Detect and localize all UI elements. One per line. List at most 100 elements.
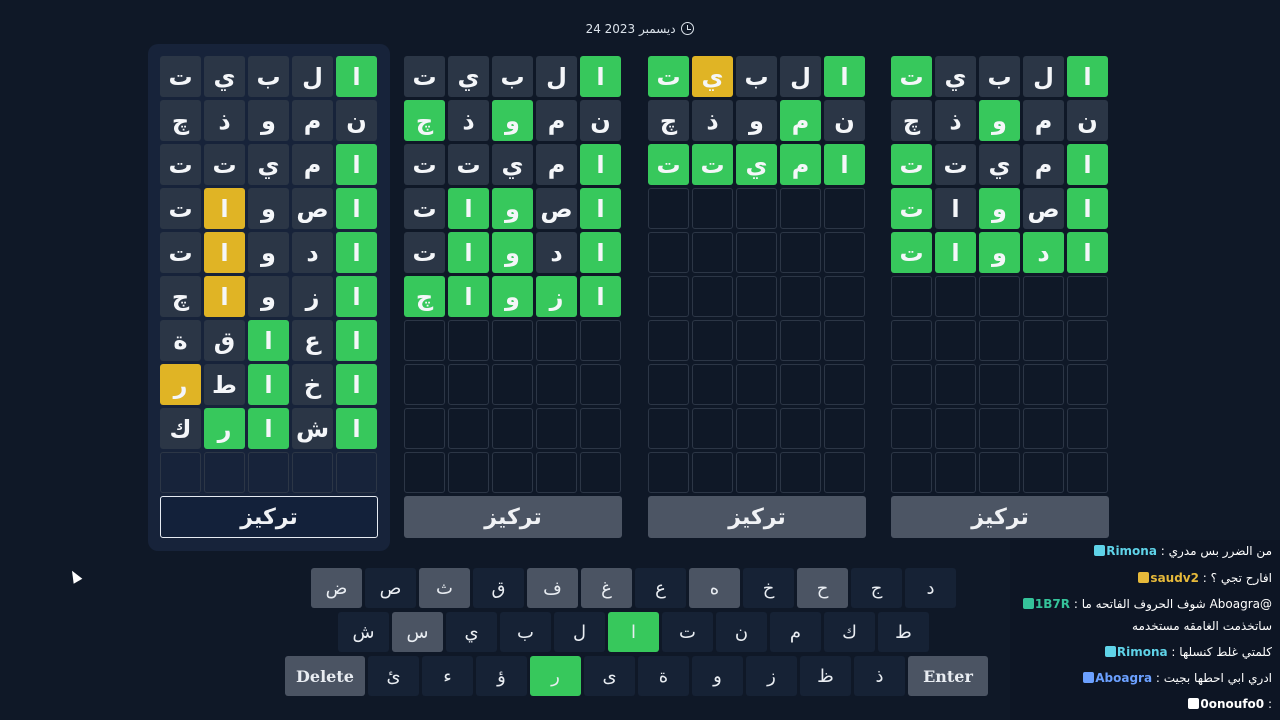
tile: ب (248, 56, 289, 97)
key[interactable]: ف (527, 568, 578, 608)
user-badge-icon (1104, 646, 1116, 657)
tile: ت (404, 144, 445, 185)
key[interactable]: ك (824, 612, 875, 652)
chat-message: كلمتي غلط كنسلها : Rimona (1104, 645, 1272, 659)
key[interactable]: ه (689, 568, 740, 608)
tile: ا (248, 320, 289, 361)
tile: ا (248, 408, 289, 449)
tile: ا (448, 276, 489, 317)
chat-overlay: من الضرر بس مدري : Rimona افارح تجي ؟ : s… (1010, 540, 1280, 720)
tile (1023, 320, 1064, 361)
key[interactable]: خ (743, 568, 794, 608)
tile: م (1023, 144, 1064, 185)
tile: ا (1067, 144, 1108, 185)
focus-button[interactable]: تركيز (891, 496, 1109, 538)
key[interactable]: ح (797, 568, 848, 608)
tile: ت (160, 188, 201, 229)
tile: د (292, 232, 333, 273)
tile: ش (292, 408, 333, 449)
tile (824, 408, 865, 449)
enter-key[interactable]: Enter (908, 656, 988, 696)
tile: م (292, 144, 333, 185)
tile: ت (204, 144, 245, 185)
tile: ت (891, 188, 932, 229)
tile: ت (404, 232, 445, 273)
delete-key[interactable]: Delete (285, 656, 365, 696)
tile (891, 320, 932, 361)
tile (448, 408, 489, 449)
tile: ا (448, 188, 489, 229)
tile (692, 452, 733, 493)
key[interactable]: ؤ (476, 656, 527, 696)
chat-username: Rimona (1116, 645, 1168, 659)
tile: و (736, 100, 777, 141)
key[interactable]: غ (581, 568, 632, 608)
key[interactable]: ط (878, 612, 929, 652)
key[interactable]: ن (716, 612, 767, 652)
key[interactable]: ئ (368, 656, 419, 696)
board-1[interactable]: البيتنموذچاميتتاصواتادواتازواچاعاقةاخاطر… (148, 44, 390, 551)
tile: ز (536, 276, 577, 317)
tile: ذ (448, 100, 489, 141)
tile: ص (536, 188, 577, 229)
tile: و (492, 276, 533, 317)
tile: م (292, 100, 333, 141)
tile (979, 408, 1020, 449)
tile (736, 320, 777, 361)
key[interactable]: ض (311, 568, 362, 608)
key[interactable]: ة (638, 656, 689, 696)
board-3[interactable]: ا ل ب ي ت ن م و ذ چ ا م ي ت ت تركيز (636, 44, 878, 551)
key[interactable]: ص (365, 568, 416, 608)
focus-button[interactable]: تركيز (648, 496, 866, 538)
tile: ا (824, 144, 865, 185)
key[interactable]: ث (419, 568, 470, 608)
tile (580, 320, 621, 361)
tile: و (492, 100, 533, 141)
key[interactable]: س (392, 612, 443, 652)
board-2[interactable]: ا ل ب ي ت ن م و ذ چ ا م ي ت ت ا ص و ا ت ا د و ا ت ا ز و ا چ تركيز (392, 44, 634, 551)
key[interactable]: ق (473, 568, 524, 608)
chat-message: ساتخذمت الغامقه مستخدمه (1132, 619, 1272, 633)
key[interactable]: ذ (854, 656, 905, 696)
tile (648, 188, 689, 229)
chat-username: Aboagra (1095, 671, 1153, 685)
key[interactable]: م (770, 612, 821, 652)
tile (736, 188, 777, 229)
tile: ا (336, 188, 377, 229)
key[interactable]: ى (584, 656, 635, 696)
key[interactable]: ر (530, 656, 581, 696)
key[interactable]: ي (446, 612, 497, 652)
key[interactable]: ا (608, 612, 659, 652)
key[interactable]: ب (500, 612, 551, 652)
key[interactable]: و (692, 656, 743, 696)
tile: ص (1023, 188, 1064, 229)
tile: ا (204, 276, 245, 317)
key[interactable]: ظ (800, 656, 851, 696)
tile: ا (336, 364, 377, 405)
tile (736, 364, 777, 405)
key[interactable]: ل (554, 612, 605, 652)
chat-message: من الضرر بس مدري : Rimona (1093, 544, 1272, 558)
tile (692, 232, 733, 273)
key[interactable]: ء (422, 656, 473, 696)
focus-button[interactable]: تركيز (160, 496, 378, 538)
key[interactable]: ع (635, 568, 686, 608)
tile: و (248, 232, 289, 273)
key[interactable]: ج (851, 568, 902, 608)
key[interactable]: ت (662, 612, 713, 652)
tile: ا (935, 232, 976, 273)
key[interactable]: د (905, 568, 956, 608)
board-grid: البيتنموذچاميتت (648, 56, 865, 493)
key[interactable]: ز (746, 656, 797, 696)
tile (780, 408, 821, 449)
tile (935, 408, 976, 449)
chat-username: 1B7R (1034, 597, 1071, 611)
focus-button[interactable]: تركيز (404, 496, 622, 538)
tile: م (780, 144, 821, 185)
tile: ك (160, 408, 201, 449)
tile: ا (336, 144, 377, 185)
tile: د (1023, 232, 1064, 273)
board-4[interactable]: ا ل ب ي ت ن م و ذ چ ا م ي ت ت ا ص و ا ت ا د و ا ت تركيز (879, 44, 1121, 551)
tile (336, 452, 377, 493)
key[interactable]: ش (338, 612, 389, 652)
